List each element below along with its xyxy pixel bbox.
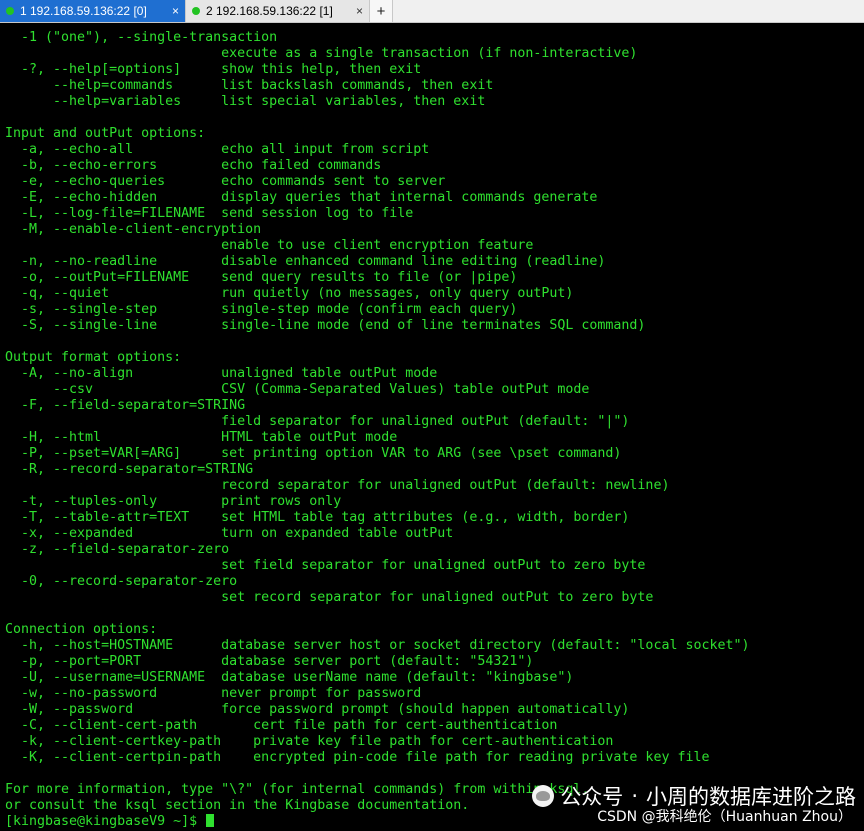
- terminal-line: -a, --echo-all echo all input from scrip…: [5, 142, 430, 157]
- terminal-line: -S, --single-line single-line mode (end …: [5, 318, 646, 333]
- terminal-line: -h, --host=HOSTNAME database server host…: [5, 638, 750, 653]
- terminal-line: -C, --client-cert-path cert file path fo…: [5, 718, 558, 733]
- terminal-line: Connection options:: [5, 622, 158, 637]
- terminal-line: Output format options:: [5, 350, 182, 365]
- terminal-line: -1 ("one"), --single-transaction: [5, 30, 278, 45]
- terminal-line: -k, --client-certkey-path private key fi…: [5, 734, 614, 749]
- terminal-line: --csv CSV (Comma-Separated Values) table…: [5, 382, 590, 397]
- terminal-line: record separator for unaligned outPut (d…: [5, 478, 670, 493]
- terminal-line: -e, --echo-queries echo commands sent to…: [5, 174, 446, 189]
- terminal-line: enable to use client encryption feature: [5, 238, 534, 253]
- terminal-line: -A, --no-align unaligned table outPut mo…: [5, 366, 438, 381]
- tab-session-2[interactable]: 2 192.168.59.136:22 [1] ×: [186, 0, 370, 22]
- terminal-line: -W, --password force password prompt (sh…: [5, 702, 630, 717]
- close-tab-icon[interactable]: ×: [346, 4, 363, 18]
- terminal-line: -o, --outPut=FILENAME send query results…: [5, 270, 518, 285]
- terminal-line: -x, --expanded turn on expanded table ou…: [5, 526, 454, 541]
- terminal-line: -E, --echo-hidden display queries that i…: [5, 190, 598, 205]
- wechat-icon: [532, 785, 555, 807]
- terminal-line: -R, --record-separator=STRING: [5, 462, 254, 477]
- terminal-line: Input and outPut options:: [5, 126, 206, 141]
- terminal-line: -n, --no-readline disable enhanced comma…: [5, 254, 606, 269]
- terminal-line: -?, --help[=options] show this help, the…: [5, 62, 422, 77]
- terminal-line: -H, --html HTML table outPut mode: [5, 430, 398, 445]
- tab-session-1[interactable]: 1 192.168.59.136:22 [0] ×: [0, 0, 186, 22]
- terminal-line: set field separator for unaligned outPut…: [5, 558, 646, 573]
- terminal-line: -L, --log-file=FILENAME send session log…: [5, 206, 414, 221]
- terminal-line: execute as a single transaction (if non-…: [5, 46, 638, 61]
- close-tab-icon[interactable]: ×: [162, 4, 179, 18]
- terminal-line: -t, --tuples-only print rows only: [5, 494, 342, 509]
- terminal-line: -0, --record-separator-zero: [5, 574, 238, 589]
- credit-text: CSDN @我科绝伦（Huanhuan Zhou）: [597, 809, 852, 825]
- terminal-line: -T, --table-attr=TEXT set HTML table tag…: [5, 510, 630, 525]
- terminal-line: -P, --pset=VAR[=ARG] set printing option…: [5, 446, 622, 461]
- terminal-line: --help=variables list special variables,…: [5, 94, 486, 109]
- terminal-line: field separator for unaligned outPut (de…: [5, 414, 630, 429]
- tab-label: 2 192.168.59.136:22 [1]: [206, 4, 333, 18]
- terminal-output[interactable]: -1 ("one"), --single-transaction execute…: [5, 30, 750, 830]
- shell-prompt: [kingbase@kingbaseV9 ~]$: [5, 814, 206, 829]
- text-cursor: [206, 814, 215, 827]
- tab-label: 1 192.168.59.136:22 [0]: [20, 4, 147, 18]
- terminal-line: set record separator for unaligned outPu…: [5, 590, 654, 605]
- terminal-line: -b, --echo-errors echo failed commands: [5, 158, 382, 173]
- terminal-line: -q, --quiet run quietly (no messages, on…: [5, 286, 574, 301]
- terminal-line: -z, --field-separator-zero: [5, 542, 230, 557]
- terminal-line: -M, --enable-client-encryption: [5, 222, 262, 237]
- watermark-separator: ·: [631, 784, 638, 808]
- terminal-line: -p, --port=PORT database server port (de…: [5, 654, 534, 669]
- terminal-line: -s, --single-step single-step mode (conf…: [5, 302, 518, 317]
- connected-status-icon: [6, 7, 14, 15]
- add-tab-button[interactable]: +: [370, 0, 393, 22]
- terminal-line: -F, --field-separator=STRING: [5, 398, 246, 413]
- terminal-line: -w, --no-password never prompt for passw…: [5, 686, 422, 701]
- connected-status-icon: [192, 7, 200, 15]
- terminal-line: -K, --client-certpin-path encrypted pin-…: [5, 750, 710, 765]
- terminal-line: -U, --username=USERNAME database userNam…: [5, 670, 574, 685]
- tab-bar: 1 192.168.59.136:22 [0] × 2 192.168.59.1…: [0, 0, 864, 23]
- terminal-line: --help=commands list backslash commands,…: [5, 78, 494, 93]
